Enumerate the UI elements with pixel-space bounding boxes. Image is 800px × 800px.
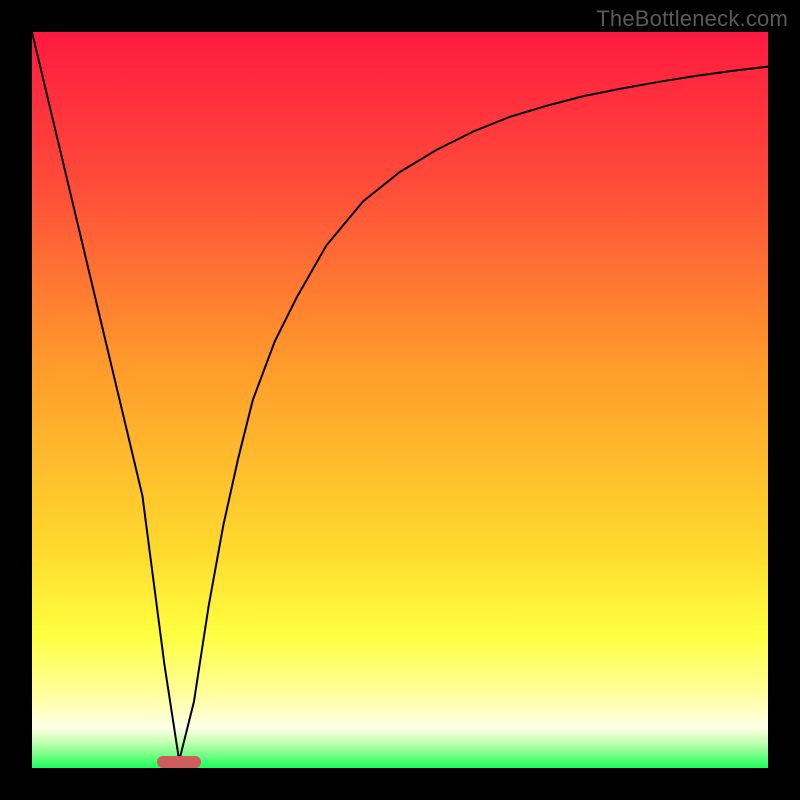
chart-frame: TheBottleneck.com xyxy=(0,0,800,800)
watermark-text: TheBottleneck.com xyxy=(596,6,788,32)
optimum-marker xyxy=(157,756,201,768)
bottleneck-curve xyxy=(32,32,768,768)
plot-area xyxy=(32,32,768,768)
